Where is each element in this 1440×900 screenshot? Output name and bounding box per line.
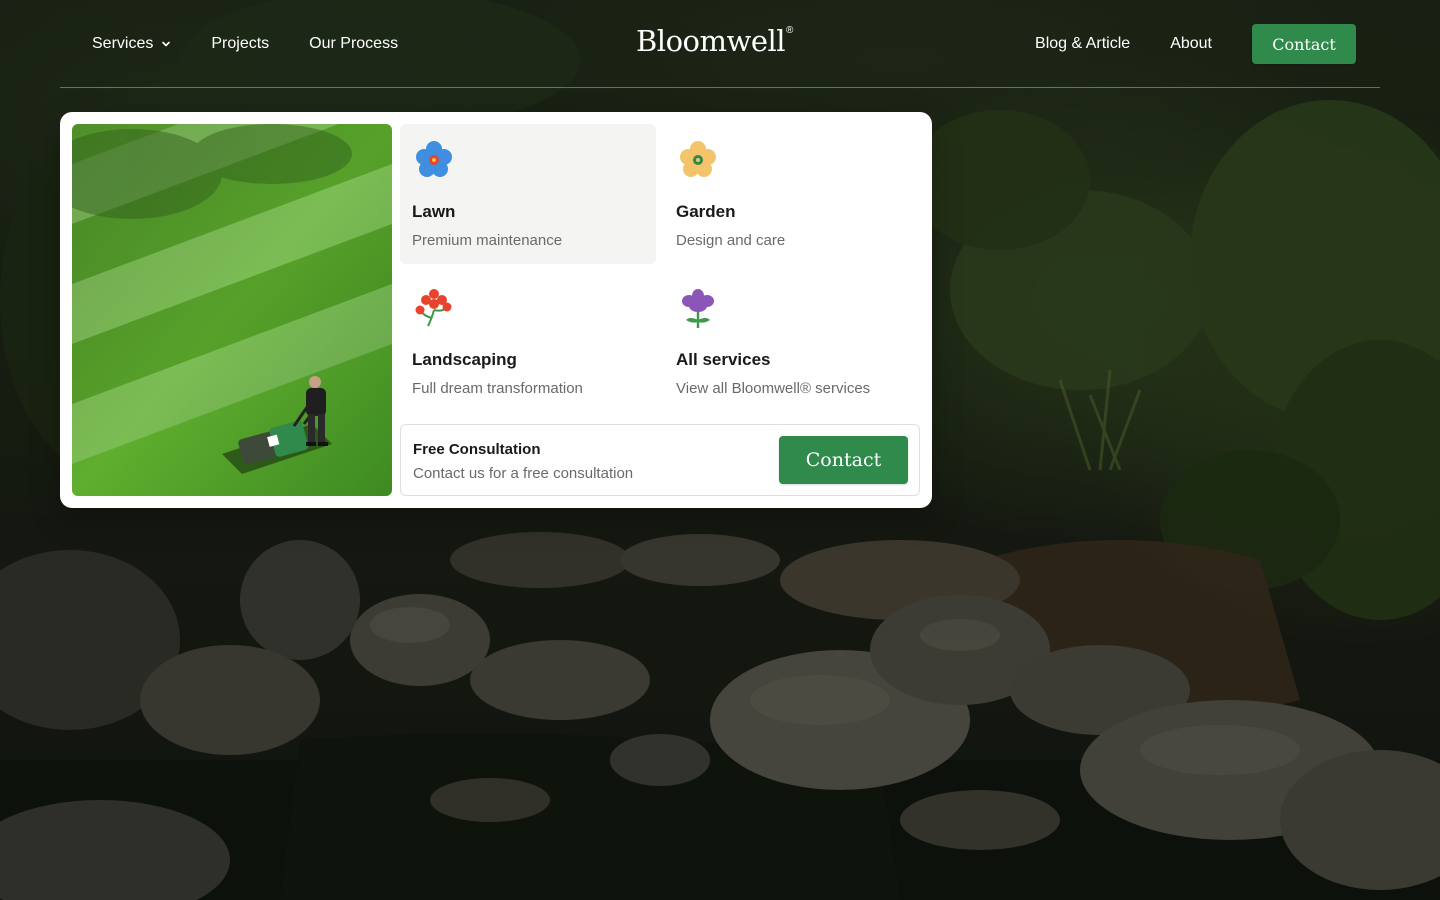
service-card-garden[interactable]: Garden Design and care (664, 124, 920, 264)
service-title-landscaping: Landscaping (412, 350, 517, 369)
consultation-title: Free Consultation (413, 441, 541, 458)
primary-nav-right: Blog & Article About Contact (1035, 0, 1356, 88)
service-title-garden: Garden (676, 202, 736, 221)
service-card-all-services[interactable]: All services View all Bloomwell® service… (664, 272, 920, 412)
service-subtitle-all-services: View all Bloomwell® services (676, 380, 871, 397)
nav-projects[interactable]: Projects (211, 35, 269, 53)
consultation-contact-button[interactable]: Contact (779, 436, 908, 484)
service-title-all-services: All services (676, 350, 771, 369)
service-card-lawn[interactable]: Lawn Premium maintenance (400, 124, 656, 264)
nav-our-process[interactable]: Our Process (309, 35, 398, 53)
service-card-landscaping[interactable]: Landscaping Full dream transformation (400, 272, 656, 412)
lawn-mowing-photo (72, 124, 392, 496)
service-subtitle-landscaping: Full dream transformation (412, 380, 583, 397)
blue-flower-icon (416, 141, 452, 177)
service-subtitle-garden: Design and care (676, 232, 786, 249)
yellow-flower-icon (680, 141, 716, 177)
services-dropdown: Lawn Premium maintenance Garden Design a… (60, 112, 932, 508)
site-header: Services Projects Our Process Bloomwell®… (60, 0, 1380, 88)
brand-logo[interactable]: Bloomwell® (636, 24, 804, 64)
brand-name: Bloomwell (636, 24, 786, 58)
red-flower-icon (415, 289, 452, 327)
service-title-lawn: Lawn (412, 202, 456, 221)
nav-services[interactable]: Services (92, 35, 171, 53)
nav-services-label: Services (92, 35, 154, 52)
chevron-down-icon (162, 41, 171, 47)
free-consultation-banner: Free Consultation Contact us for a free … (400, 424, 920, 496)
service-subtitle-lawn: Premium maintenance (412, 232, 563, 249)
nav-blog-article[interactable]: Blog & Article (1035, 35, 1130, 53)
nav-about[interactable]: About (1170, 35, 1212, 53)
registered-mark: ® (786, 25, 793, 36)
primary-nav-left: Services Projects Our Process (92, 0, 398, 88)
consultation-subtitle: Contact us for a free consultation (413, 465, 634, 482)
header-contact-button[interactable]: Contact (1252, 24, 1356, 64)
purple-flower-icon (682, 289, 714, 328)
